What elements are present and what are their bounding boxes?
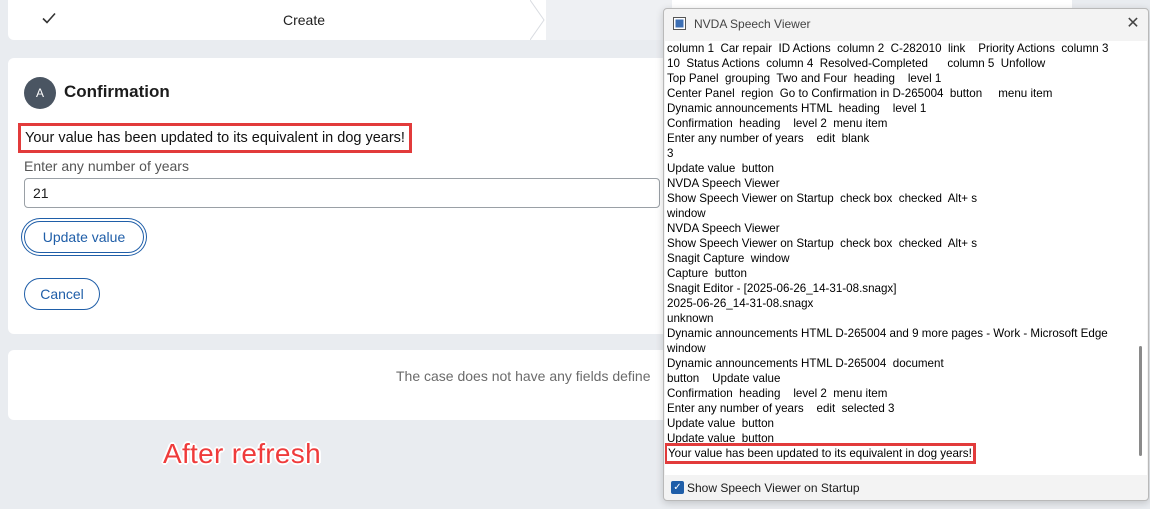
speech-log-line: Snagit Editor - [2025-06-26_14-31-08.sna… [667,282,897,295]
speech-log-area[interactable]: column 1 Car repair ID Actions column 2 … [665,41,1147,475]
speech-log-line: column 1 Car repair ID Actions column 2 … [667,42,1109,55]
speech-log-line: Snagit Capture window [667,252,790,265]
highlighted-speech-line: Your value has been updated to its equiv… [665,443,976,464]
cancel-button[interactable]: Cancel [24,278,100,310]
speech-log-line: window [667,207,706,220]
nvda-window-title: NVDA Speech Viewer [694,17,811,31]
speech-log-line: NVDA Speech Viewer [667,222,780,235]
nvda-footer: ✓ Show Speech Viewer on Startup [665,477,1147,499]
speech-log-line: Dynamic announcements HTML heading level… [667,102,927,115]
speech-log-line: button Update value [667,372,781,385]
log-scrollbar[interactable] [1135,41,1147,475]
speech-log-line: Enter any number of years edit selected … [667,402,895,415]
announcement-message: Your value has been updated to its equiv… [18,123,412,153]
speech-log-line: Center Panel region Go to Confirmation i… [667,87,1053,100]
startup-checkbox[interactable]: ✓ [671,481,684,494]
speech-log-line: Dynamic announcements HTML D-265004 docu… [667,357,944,370]
step-create-label: Create [283,12,326,28]
close-icon[interactable]: ✕ [1124,15,1142,33]
speech-log-line: Update value button [667,417,774,430]
no-fields-message: The case does not have any fields define [396,368,651,384]
speech-log-line: Capture button [667,267,747,280]
nvda-titlebar: NVDA Speech Viewer ✕ [664,9,1148,39]
speech-log-line: Top Panel grouping Two and Four heading … [667,72,942,85]
checkmark-icon [40,9,60,29]
years-input[interactable] [24,178,660,208]
speech-log-line: Show Speech Viewer on Startup check box … [667,237,978,250]
speech-log-line: Enter any number of years edit blank [667,132,870,145]
page-title: Confirmation [64,82,170,101]
speech-log-line: Confirmation heading level 2 menu item [667,387,888,400]
speech-log-line: Dynamic announcements HTML D-265004 and … [667,327,1108,340]
speech-log-line: Update value button [667,162,774,175]
speech-log-line: 2025-06-26_14-31-08.snagx [667,297,814,310]
speech-log-line: window [667,342,706,355]
step-chevron-divider [530,0,545,40]
speech-log-line: NVDA Speech Viewer [667,177,780,190]
speech-log-lines: column 1 Car repair ID Actions column 2 … [667,41,1133,446]
speech-log-line: 3 [667,147,674,160]
after-refresh-annotation: After refresh [163,438,321,469]
avatar: A [24,77,56,109]
startup-checkbox-label[interactable]: Show Speech Viewer on Startup [687,481,860,495]
speech-log-line: Confirmation heading level 2 menu item [667,117,888,130]
speech-log-line: Show Speech Viewer on Startup check box … [667,192,978,205]
speech-log-line: 10 Status Actions column 4 Resolved-Comp… [667,57,1046,70]
update-value-button[interactable]: Update value [24,221,144,253]
step-next-area [546,0,672,40]
nvda-speech-viewer-window: NVDA Speech Viewer ✕ column 1 Car repair… [663,8,1149,501]
scroll-thumb[interactable] [1139,346,1142,456]
speech-log-line: unknown [667,312,714,325]
app-window-icon [673,17,686,30]
years-field-label: Enter any number of years [24,158,189,174]
